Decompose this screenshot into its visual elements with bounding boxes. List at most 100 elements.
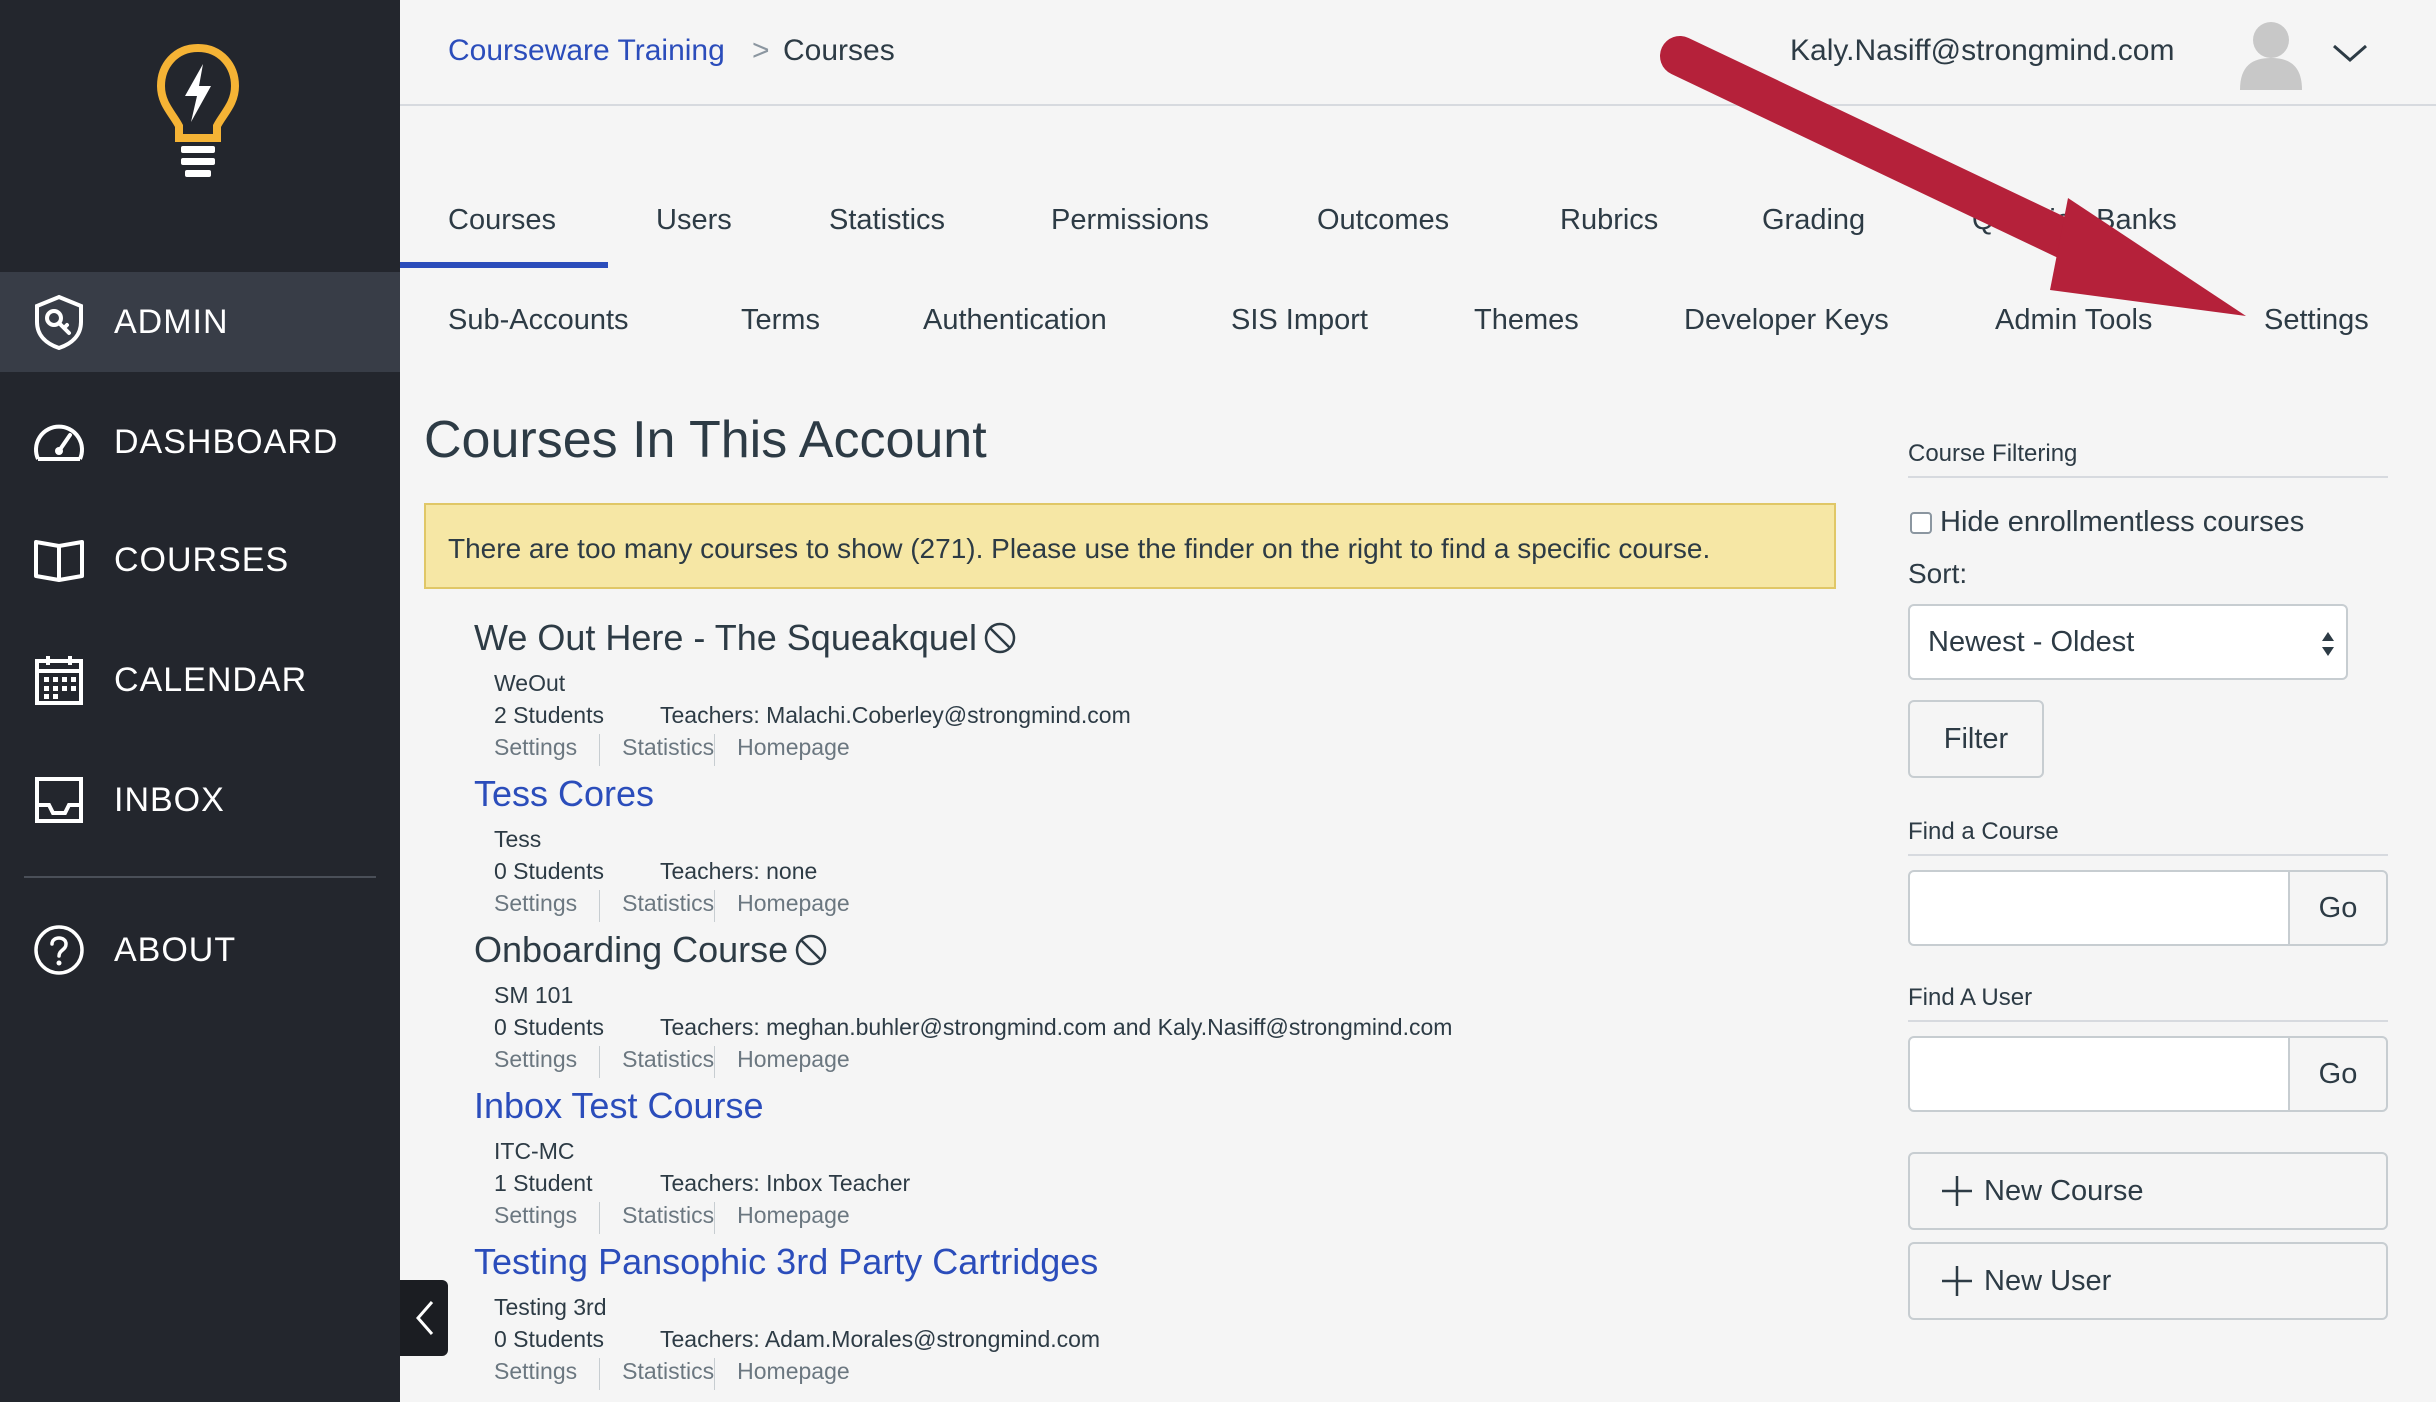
course-stats: 0 Students Teachers: Adam.Morales@strong… <box>494 1326 1774 1358</box>
course-statistics-link[interactable]: Statistics <box>599 1358 714 1390</box>
unpublished-icon <box>984 622 1016 654</box>
course-links: Settings Statistics Homepage <box>494 1046 1774 1078</box>
tab-grading[interactable]: Grading <box>1762 204 1865 237</box>
nav-item-dashboard[interactable]: DASHBOARD <box>0 392 400 492</box>
tab-question-banks[interactable]: Question Banks <box>1972 204 2177 237</box>
course-links: Settings Statistics Homepage <box>494 1202 1774 1234</box>
tab-themes[interactable]: Themes <box>1474 304 1579 337</box>
tab-sis-import[interactable]: SIS Import <box>1231 304 1368 337</box>
global-nav-sidebar: ADMIN DASHBOARD COURSES CALENDAR INBOX A… <box>0 0 400 1402</box>
find-course-go-button[interactable]: Go <box>2288 870 2388 946</box>
course-code: Tess <box>494 826 542 852</box>
course-name[interactable]: Testing Pansophic 3rd Party Cartridges <box>474 1238 1774 1286</box>
calendar-icon <box>32 653 86 707</box>
nav-item-inbox[interactable]: INBOX <box>0 750 400 850</box>
course-title[interactable]: Inbox Test Course <box>474 1085 764 1127</box>
course-homepage-link[interactable]: Homepage <box>714 734 850 766</box>
chevron-down-icon[interactable] <box>2330 38 2370 68</box>
tab-admin-tools[interactable]: Admin Tools <box>1995 304 2152 337</box>
course-title[interactable]: Testing Pansophic 3rd Party Cartridges <box>474 1241 1098 1283</box>
nav-divider <box>24 876 376 878</box>
teachers: Teachers: Inbox Teacher <box>660 1170 911 1196</box>
collapse-nav-button[interactable] <box>400 1280 448 1356</box>
course-homepage-link[interactable]: Homepage <box>714 890 850 922</box>
course-title[interactable]: Onboarding Course <box>474 929 788 971</box>
course-homepage-link[interactable]: Homepage <box>714 1202 850 1234</box>
inbox-icon <box>32 773 86 827</box>
chevron-left-icon <box>416 1301 434 1335</box>
admin-shield-icon <box>32 294 86 350</box>
nav-item-courses[interactable]: COURSES <box>0 510 400 610</box>
plus-icon <box>1942 1266 1972 1296</box>
nav-item-admin[interactable]: ADMIN <box>0 272 400 372</box>
tab-sub-accounts[interactable]: Sub-Accounts <box>448 304 629 337</box>
course-code: SM 101 <box>494 982 574 1008</box>
nav-label-dashboard: DASHBOARD <box>114 422 339 461</box>
plus-icon <box>1942 1176 1972 1206</box>
hide-enrollmentless-label[interactable]: Hide enrollmentless courses <box>1940 506 2304 539</box>
unpublished-icon <box>795 934 827 966</box>
course-name[interactable]: Inbox Test Course <box>474 1082 1774 1130</box>
find-user-heading: Find A User <box>1908 984 2388 1022</box>
course-statistics-link[interactable]: Statistics <box>599 734 714 766</box>
course-stats: 0 Students Teachers: meghan.buhler@stron… <box>494 1014 1774 1046</box>
tab-courses[interactable]: Courses <box>448 204 556 237</box>
nav-item-calendar[interactable]: CALENDAR <box>0 630 400 730</box>
course-homepage-link[interactable]: Homepage <box>714 1046 850 1078</box>
tab-permissions[interactable]: Permissions <box>1051 204 1209 237</box>
nav-label-courses: COURSES <box>114 540 290 579</box>
course-item: Onboarding Course SM 101 0 Students Teac… <box>474 926 1774 1078</box>
course-settings-link[interactable]: Settings <box>494 890 577 922</box>
tab-terms[interactable]: Terms <box>741 304 820 337</box>
course-homepage-link[interactable]: Homepage <box>714 1358 850 1390</box>
tab-authentication[interactable]: Authentication <box>923 304 1107 337</box>
new-user-button[interactable]: New User <box>1908 1242 2388 1320</box>
course-settings-link[interactable]: Settings <box>494 734 577 766</box>
find-user-go-button[interactable]: Go <box>2288 1036 2388 1112</box>
hide-enrollmentless-checkbox[interactable] <box>1910 512 1932 534</box>
find-user-input[interactable] <box>1908 1036 2290 1112</box>
tab-outcomes[interactable]: Outcomes <box>1317 204 1449 237</box>
course-settings-link[interactable]: Settings <box>494 1358 577 1390</box>
student-count: 0 Students <box>494 1326 604 1352</box>
lightbulb-logo-icon[interactable] <box>155 42 241 182</box>
user-avatar-icon[interactable] <box>2238 18 2304 90</box>
tab-statistics[interactable]: Statistics <box>829 204 945 237</box>
course-title[interactable]: We Out Here - The Squeakquel <box>474 617 977 659</box>
tab-users[interactable]: Users <box>656 204 732 237</box>
course-name[interactable]: Onboarding Course <box>474 926 1774 974</box>
course-settings-link[interactable]: Settings <box>494 1202 577 1234</box>
tab-settings[interactable]: Settings <box>2264 304 2369 337</box>
course-statistics-link[interactable]: Statistics <box>599 1046 714 1078</box>
nav-label-admin: ADMIN <box>114 302 229 341</box>
course-title[interactable]: Tess Cores <box>474 773 654 815</box>
course-stats: 2 Students Teachers: Malachi.Coberley@st… <box>494 702 1774 734</box>
course-settings-link[interactable]: Settings <box>494 1046 577 1078</box>
user-email[interactable]: Kaly.Nasiff@strongmind.com <box>1790 34 2174 68</box>
course-statistics-link[interactable]: Statistics <box>599 1202 714 1234</box>
student-count: 1 Student <box>494 1170 593 1196</box>
book-icon <box>32 533 86 587</box>
course-filtering-heading: Course Filtering <box>1908 440 2388 478</box>
sort-select[interactable]: Newest - Oldest <box>1908 604 2348 680</box>
course-item: We Out Here - The Squeakquel WeOut 2 Stu… <box>474 614 1774 766</box>
filter-button[interactable]: Filter <box>1908 700 2044 778</box>
teachers: Teachers: meghan.buhler@strongmind.com a… <box>660 1014 1453 1040</box>
page-title: Courses In This Account <box>424 411 987 469</box>
course-statistics-link[interactable]: Statistics <box>599 890 714 922</box>
course-name[interactable]: Tess Cores <box>474 770 1774 818</box>
sort-label: Sort: <box>1908 558 1968 589</box>
breadcrumb-account-link[interactable]: Courseware Training <box>448 34 725 68</box>
teachers: Teachers: Malachi.Coberley@strongmind.co… <box>660 702 1131 728</box>
course-name[interactable]: We Out Here - The Squeakquel <box>474 614 1774 662</box>
student-count: 2 Students <box>494 702 604 728</box>
course-code: Testing 3rd <box>494 1294 607 1320</box>
active-tab-indicator <box>400 262 608 268</box>
new-course-label: New Course <box>1984 1174 2144 1207</box>
nav-item-about[interactable]: ABOUT <box>0 900 400 1000</box>
tab-developer-keys[interactable]: Developer Keys <box>1684 304 1889 337</box>
tab-rubrics[interactable]: Rubrics <box>1560 204 1658 237</box>
find-course-input[interactable] <box>1908 870 2290 946</box>
course-links: Settings Statistics Homepage <box>494 890 1774 922</box>
new-course-button[interactable]: New Course <box>1908 1152 2388 1230</box>
